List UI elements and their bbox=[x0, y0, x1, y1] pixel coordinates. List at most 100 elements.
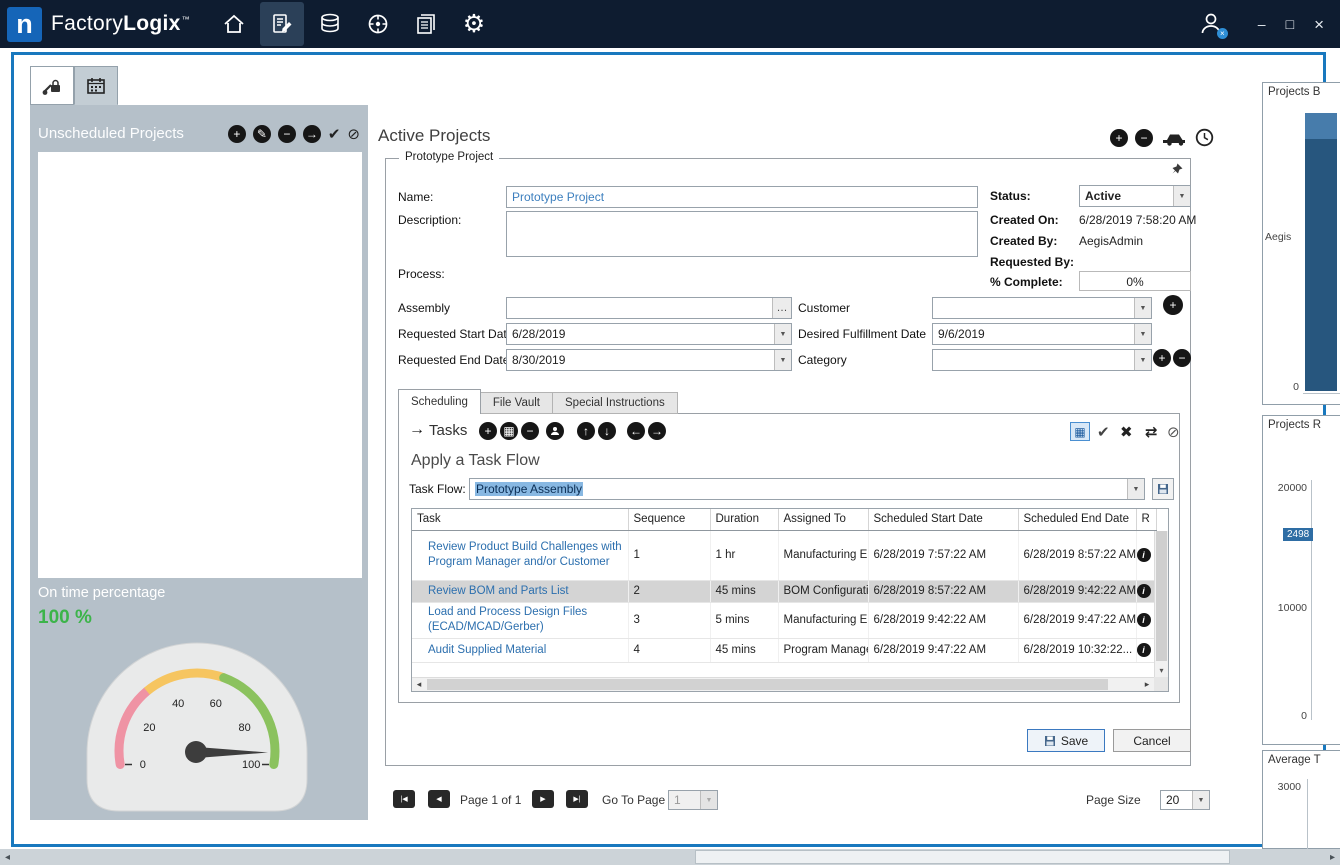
add-project-icon[interactable]: + bbox=[228, 125, 246, 143]
pin-icon[interactable] bbox=[1170, 162, 1184, 176]
edit-project-icon[interactable]: ✎ bbox=[253, 125, 271, 143]
nav-materials[interactable] bbox=[308, 2, 352, 46]
last-page-button[interactable]: ▶| bbox=[566, 790, 588, 808]
table-horizontal-scrollbar[interactable]: ◂ ▸ bbox=[412, 677, 1154, 691]
info-icon[interactable]: i bbox=[1137, 613, 1151, 627]
complete-project-icon[interactable]: ✔ bbox=[328, 125, 341, 143]
remove-project-icon[interactable]: − bbox=[278, 125, 296, 143]
scroll-right-icon[interactable]: ▸ bbox=[1140, 678, 1154, 691]
car-icon[interactable] bbox=[1160, 129, 1188, 147]
category-dropdown-icon[interactable]: ▼ bbox=[1134, 350, 1151, 370]
col-scheduled-start[interactable]: Scheduled Start Date bbox=[868, 509, 1018, 530]
status-dropdown-icon[interactable]: ▼ bbox=[1173, 186, 1190, 206]
add-category-icon[interactable]: + bbox=[1153, 349, 1171, 367]
table-row[interactable]: Load and Process Design Files (ECAD/MCAD… bbox=[412, 602, 1156, 638]
close-button[interactable]: × bbox=[1314, 16, 1324, 33]
next-page-button[interactable]: ▶ bbox=[532, 790, 554, 808]
col-assigned-to[interactable]: Assigned To bbox=[778, 509, 868, 530]
col-task[interactable]: Task bbox=[412, 509, 628, 530]
horizontal-scroll-thumb[interactable] bbox=[427, 679, 1108, 690]
cancel-button[interactable]: Cancel bbox=[1113, 729, 1191, 752]
window-scroll-left-icon[interactable]: ◂ bbox=[0, 849, 15, 865]
assembly-input[interactable]: … bbox=[506, 297, 792, 319]
category-select[interactable]: ▼ bbox=[932, 349, 1152, 371]
info-icon[interactable]: i bbox=[1137, 584, 1151, 598]
requested-end-dropdown-icon[interactable]: ▼ bbox=[774, 350, 791, 370]
task-flow-select[interactable]: Prototype Assembly ▼ bbox=[469, 478, 1145, 500]
schedule-project-icon[interactable]: → bbox=[303, 125, 321, 143]
customer-select[interactable]: ▼ bbox=[932, 297, 1152, 319]
window-scroll-thumb[interactable] bbox=[695, 850, 1230, 864]
tab-tools[interactable] bbox=[30, 66, 74, 105]
table-row-selected[interactable]: Review BOM and Parts List 2 45 mins BOM … bbox=[412, 580, 1156, 602]
nav-documents[interactable] bbox=[404, 2, 448, 46]
description-input[interactable] bbox=[506, 211, 978, 257]
remove-active-project-icon[interactable]: − bbox=[1135, 129, 1153, 147]
info-icon[interactable]: i bbox=[1137, 643, 1151, 657]
nav-home[interactable] bbox=[212, 2, 256, 46]
active-projects-toolbar: + − bbox=[1110, 128, 1214, 147]
save-task-flow-button[interactable] bbox=[1152, 478, 1174, 500]
status-select[interactable]: Active ▼ bbox=[1079, 185, 1191, 207]
tab-special-instructions[interactable]: Special Instructions bbox=[553, 392, 678, 414]
save-button[interactable]: Save bbox=[1027, 729, 1105, 752]
tab-schedule[interactable] bbox=[74, 66, 118, 105]
clear-schedule-icon[interactable]: ⊘ bbox=[1167, 423, 1180, 441]
info-icon[interactable]: i bbox=[1137, 548, 1151, 562]
gauge-tick-0: 0 bbox=[140, 759, 146, 771]
first-page-button[interactable]: |◀ bbox=[393, 790, 415, 808]
clock-icon[interactable] bbox=[1195, 128, 1214, 147]
desired-fulfillment-dropdown-icon[interactable]: ▼ bbox=[1134, 324, 1151, 344]
window-horizontal-scrollbar[interactable]: ◂ ▸ bbox=[0, 849, 1340, 865]
minimize-button[interactable]: – bbox=[1258, 17, 1266, 31]
move-task-down-icon[interactable]: ↓ bbox=[598, 422, 616, 440]
scroll-down-icon[interactable]: ▾ bbox=[1155, 664, 1168, 677]
requested-start-select[interactable]: 6/28/2019 ▼ bbox=[506, 323, 792, 345]
name-input[interactable] bbox=[506, 186, 978, 208]
assign-person-icon[interactable] bbox=[546, 422, 564, 440]
task-flow-dropdown-icon[interactable]: ▼ bbox=[1127, 479, 1144, 499]
tab-file-vault[interactable]: File Vault bbox=[481, 392, 553, 414]
table-row[interactable]: Review Product Build Challenges with Pro… bbox=[412, 530, 1156, 580]
scroll-left-icon[interactable]: ◂ bbox=[412, 678, 426, 691]
project-group-box: Prototype Project Name: Description: Pro… bbox=[385, 158, 1191, 766]
col-duration[interactable]: Duration bbox=[710, 509, 778, 530]
shuffle-icon[interactable]: ⇄ bbox=[1145, 423, 1158, 441]
schedule-grid-view-icon[interactable]: ▦ bbox=[1070, 422, 1090, 441]
move-task-right-icon[interactable]: → bbox=[648, 422, 666, 440]
add-active-project-icon[interactable]: + bbox=[1110, 129, 1128, 147]
remove-category-icon[interactable]: − bbox=[1173, 349, 1191, 367]
move-task-left-icon[interactable]: ← bbox=[627, 422, 645, 440]
prev-page-button[interactable]: ◀ bbox=[428, 790, 450, 808]
unscheduled-projects-list[interactable] bbox=[38, 152, 362, 578]
add-customer-icon[interactable]: + bbox=[1163, 295, 1183, 315]
page-size-dropdown-icon[interactable]: ▼ bbox=[1192, 791, 1209, 809]
assembly-browse-button[interactable]: … bbox=[772, 298, 791, 318]
desired-fulfillment-select[interactable]: 9/6/2019 ▼ bbox=[932, 323, 1152, 345]
page-size-select[interactable]: 20 ▼ bbox=[1160, 790, 1210, 810]
window-scroll-right-icon[interactable]: ▸ bbox=[1325, 849, 1340, 865]
tab-scheduling[interactable]: Scheduling bbox=[398, 389, 481, 414]
reject-schedule-icon[interactable]: ✖ bbox=[1120, 423, 1133, 441]
requested-end-select[interactable]: 8/30/2019 ▼ bbox=[506, 349, 792, 371]
col-r[interactable]: R bbox=[1136, 509, 1156, 530]
move-task-up-icon[interactable]: ↑ bbox=[577, 422, 595, 440]
add-task-icon[interactable]: + bbox=[479, 422, 497, 440]
add-task-template-icon[interactable]: ▦ bbox=[500, 422, 518, 440]
col-sequence[interactable]: Sequence bbox=[628, 509, 710, 530]
remove-task-icon[interactable]: − bbox=[521, 422, 539, 440]
maximize-button[interactable]: □ bbox=[1286, 17, 1294, 31]
col-scheduled-end[interactable]: Scheduled End Date bbox=[1018, 509, 1136, 530]
nav-tracking[interactable] bbox=[356, 2, 400, 46]
table-row[interactable]: Audit Supplied Material 4 45 mins Progra… bbox=[412, 638, 1156, 662]
table-vertical-scrollbar[interactable]: ▾ bbox=[1154, 531, 1168, 677]
requested-start-dropdown-icon[interactable]: ▼ bbox=[774, 324, 791, 344]
nav-settings[interactable]: ⚙ bbox=[452, 2, 496, 46]
cancel-project-icon[interactable]: ⊘ bbox=[347, 125, 360, 143]
vertical-scroll-thumb[interactable] bbox=[1156, 531, 1167, 661]
accept-schedule-icon[interactable]: ✔ bbox=[1097, 423, 1110, 441]
user-button[interactable]: × bbox=[1198, 11, 1224, 37]
customer-dropdown-icon[interactable]: ▼ bbox=[1134, 298, 1151, 318]
nav-engineering[interactable] bbox=[260, 2, 304, 46]
goto-page-input[interactable]: 1 ▼ bbox=[668, 790, 718, 810]
